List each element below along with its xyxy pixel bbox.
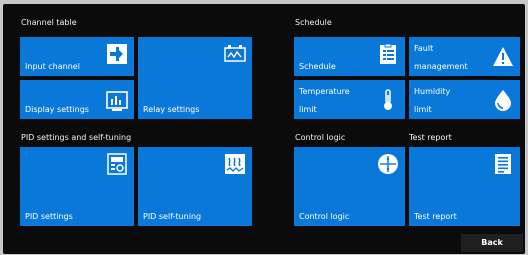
input-channel-icon xyxy=(106,43,128,65)
water-drop-icon xyxy=(492,89,514,111)
tile-label: Relay settings xyxy=(143,105,200,114)
tile-input-channel[interactable]: Input channel xyxy=(20,37,134,76)
tile-display-settings[interactable]: Display settings xyxy=(20,80,134,119)
tile-pid-self-tuning[interactable]: PID self-tuning xyxy=(138,147,252,226)
tile-temperature-limit[interactable]: Temperature limit xyxy=(294,80,405,119)
relay-settings-icon xyxy=(224,43,246,65)
tile-label-line1: Temperature xyxy=(299,87,350,96)
tile-control-logic[interactable]: Control logic xyxy=(294,147,405,226)
section-title-schedule: Schedule xyxy=(295,18,332,27)
tile-label-line2: management xyxy=(414,62,468,71)
tile-label: Display settings xyxy=(25,105,89,114)
control-logic-icon xyxy=(377,153,399,175)
tile-label: Control logic xyxy=(299,212,350,221)
tile-label: PID self-tuning xyxy=(143,212,202,221)
tile-humidity-limit[interactable]: Humidity limit xyxy=(409,80,520,119)
tile-label-line1: Humidity xyxy=(414,87,451,96)
test-report-icon xyxy=(492,153,514,175)
main-menu-screen: Channel table Schedule PID settings and … xyxy=(3,4,525,254)
pid-settings-icon xyxy=(106,153,128,175)
tile-label: Schedule xyxy=(299,62,336,71)
section-title-control-logic: Control logic xyxy=(295,133,346,142)
tile-label-line1: Fault xyxy=(414,44,434,53)
tile-schedule[interactable]: Schedule xyxy=(294,37,405,76)
thermometer-icon xyxy=(377,89,399,111)
tile-label: Test report xyxy=(414,212,457,221)
schedule-icon xyxy=(377,43,399,65)
tile-test-report[interactable]: Test report xyxy=(409,147,520,226)
back-button[interactable]: Back xyxy=(461,234,523,252)
display-settings-icon xyxy=(106,90,128,112)
warning-icon xyxy=(492,46,514,68)
section-title-test-report: Test report xyxy=(409,133,452,142)
tile-label-line2: limit xyxy=(414,105,432,114)
section-title-channel-table: Channel table xyxy=(21,18,77,27)
tile-relay-settings[interactable]: Relay settings xyxy=(138,37,252,119)
pid-self-tuning-icon xyxy=(224,153,246,175)
tile-label: Input channel xyxy=(25,62,80,71)
tile-pid-settings[interactable]: PID settings xyxy=(20,147,134,226)
tile-fault-management[interactable]: Fault management xyxy=(409,37,520,76)
section-title-pid: PID settings and self-tuning xyxy=(21,133,132,142)
tile-label-line2: limit xyxy=(299,105,317,114)
tile-label: PID settings xyxy=(25,212,73,221)
